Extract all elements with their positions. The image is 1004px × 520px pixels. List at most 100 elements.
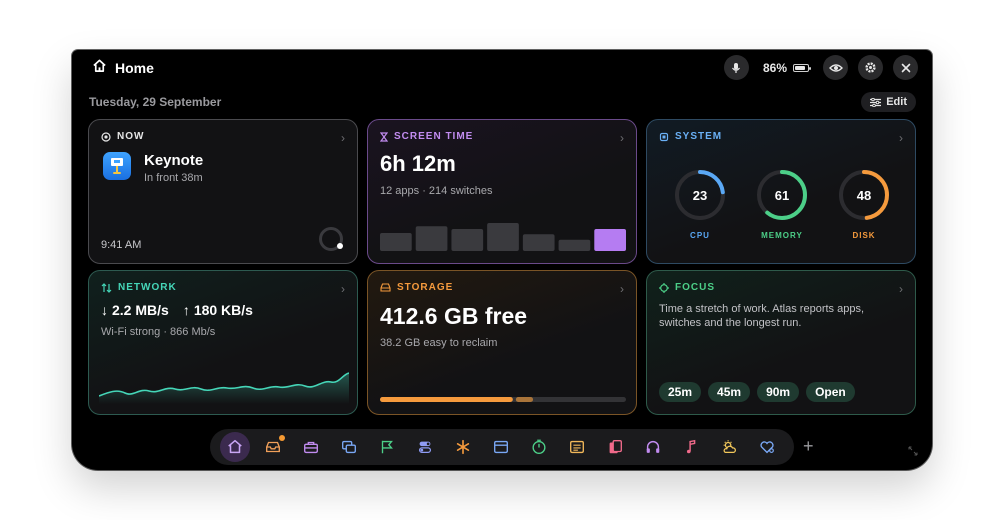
upload-speed-value: 180 KB/s (193, 302, 253, 318)
memory-gauge: 61 MEMORY (755, 168, 809, 240)
asterisk-icon (456, 439, 470, 455)
dock-windows-button[interactable] (334, 432, 364, 462)
focus-card[interactable]: FOCUS › Time a stretch of work. Atlas re… (646, 270, 916, 415)
microphone-icon (732, 62, 741, 73)
transfer-arrows-icon (101, 282, 112, 293)
edit-label: Edit (886, 96, 907, 108)
house-icon (92, 58, 107, 78)
target-icon (101, 131, 111, 142)
chevron-right-icon[interactable]: › (620, 131, 624, 145)
screen-time-bar (380, 233, 412, 251)
app-dock (210, 429, 794, 465)
dock-asterisk-button[interactable] (448, 432, 478, 462)
storage-heading: STORAGE (380, 282, 453, 293)
dock-health-button[interactable] (752, 432, 782, 462)
memory-value: 61 (775, 188, 789, 203)
storage-bar-reclaimable (515, 397, 534, 402)
now-card[interactable]: NOW › Keynote In front 38m 9:41 AM (88, 119, 358, 264)
chevron-right-icon[interactable]: › (899, 131, 903, 145)
now-heading: NOW (101, 131, 144, 142)
cpu-label: CPU (690, 231, 710, 240)
edit-button[interactable]: Edit (861, 92, 916, 112)
home-window: Home 86% Tuesday, 29 September Edit NOW … (72, 50, 932, 470)
dock-weather-button[interactable] (714, 432, 744, 462)
now-heading-label: NOW (117, 131, 145, 142)
focus-90m-button[interactable]: 90m (757, 382, 800, 402)
dock-toggles-button[interactable] (410, 432, 440, 462)
dock-briefcase-button[interactable] (296, 432, 326, 462)
system-heading: SYSTEM (659, 131, 722, 142)
dock-timer-button[interactable] (524, 432, 554, 462)
resize-icon[interactable] (908, 446, 918, 456)
battery-status: 86% (762, 60, 811, 75)
inbox-icon (266, 441, 280, 453)
dock-documents-button[interactable] (600, 432, 630, 462)
dock-music-button[interactable] (676, 432, 706, 462)
dock-inbox-button[interactable] (258, 432, 288, 462)
focus-open-button[interactable]: Open (806, 382, 855, 402)
focus-buttons: 25m 45m 90m Open (659, 382, 855, 402)
focus-heading: FOCUS (659, 282, 715, 293)
sliders-icon (870, 97, 882, 107)
download-speed-value: 2.2 MB/s (112, 302, 169, 318)
screen-time-card[interactable]: SCREEN TIME › 6h 12m 12 apps · 214 switc… (367, 119, 637, 264)
top-controls: 86% (723, 55, 918, 80)
current-app-detail: In front 38m (144, 172, 203, 184)
screen-time-heading-label: SCREEN TIME (394, 131, 474, 142)
focus-25m-button[interactable]: 25m (659, 382, 702, 402)
weather-icon (723, 440, 736, 454)
screen-time-bar (415, 226, 448, 251)
screen-time-bar-current (594, 229, 626, 251)
chevron-right-icon[interactable]: › (899, 282, 903, 296)
dock-home-button[interactable] (220, 432, 250, 462)
battery-percent: 86% (762, 60, 787, 75)
add-icon[interactable]: + (803, 436, 814, 457)
flag-icon (381, 440, 393, 454)
dock-headphones-button[interactable] (638, 432, 668, 462)
network-graph (99, 372, 349, 404)
focus-45m-button[interactable]: 45m (708, 382, 751, 402)
network-detail: Wi-Fi strong · 866 Mb/s (101, 326, 216, 338)
chevron-right-icon[interactable]: › (341, 282, 345, 296)
visibility-button[interactable] (823, 55, 848, 80)
home-title: Home (92, 58, 154, 78)
chevron-right-icon[interactable]: › (341, 131, 345, 145)
calendar-icon (494, 440, 508, 454)
screen-time-heading: SCREEN TIME (380, 131, 473, 142)
storage-free: 412.6 GB free (380, 303, 528, 329)
dock-flag-button[interactable] (372, 432, 402, 462)
download-speed: ↓ 2.2 MB/s (101, 302, 169, 318)
storage-usage-bar (380, 397, 626, 402)
current-app-name: Keynote (144, 152, 204, 169)
screen-time-bar (487, 223, 519, 251)
settings-button[interactable] (858, 55, 883, 80)
storage-card[interactable]: STORAGE › 412.6 GB free 38.2 GB easy to … (367, 270, 637, 415)
system-card[interactable]: SYSTEM › 23 CPU 61 MEMORY 48 DISK (646, 119, 916, 264)
memory-label: MEMORY (761, 231, 803, 240)
dock-calendar-button[interactable] (486, 432, 516, 462)
home-icon (228, 439, 242, 454)
gear-icon (865, 62, 876, 73)
microphone-button[interactable] (723, 55, 749, 80)
screen-time-total: 6h 12m (380, 151, 456, 176)
chevron-right-icon[interactable]: › (620, 282, 624, 296)
network-heading-label: NETWORK (118, 282, 177, 293)
network-card[interactable]: NETWORK › ↓ 2.2 MB/s ↑ 180 KB/s Wi-Fi stro… (88, 270, 358, 415)
upload-speed: ↑ 180 KB/s (183, 302, 253, 318)
drive-icon (380, 283, 391, 292)
page-title: Home (115, 60, 154, 76)
dock-note-button[interactable] (562, 432, 592, 462)
documents-icon (609, 440, 622, 454)
system-heading-label: SYSTEM (675, 131, 723, 142)
battery-icon (793, 63, 811, 72)
close-button[interactable] (893, 55, 918, 80)
network-heading: NETWORK (101, 282, 177, 293)
keynote-app-icon (103, 152, 131, 180)
storage-detail: 38.2 GB easy to reclaim (380, 337, 498, 349)
activity-dial (319, 227, 343, 251)
close-icon (901, 63, 910, 72)
network-speeds: ↓ 2.2 MB/s ↑ 180 KB/s (101, 302, 253, 318)
timer-icon (532, 439, 546, 454)
crosshair-icon (659, 282, 669, 293)
disk-value: 48 (857, 188, 871, 203)
